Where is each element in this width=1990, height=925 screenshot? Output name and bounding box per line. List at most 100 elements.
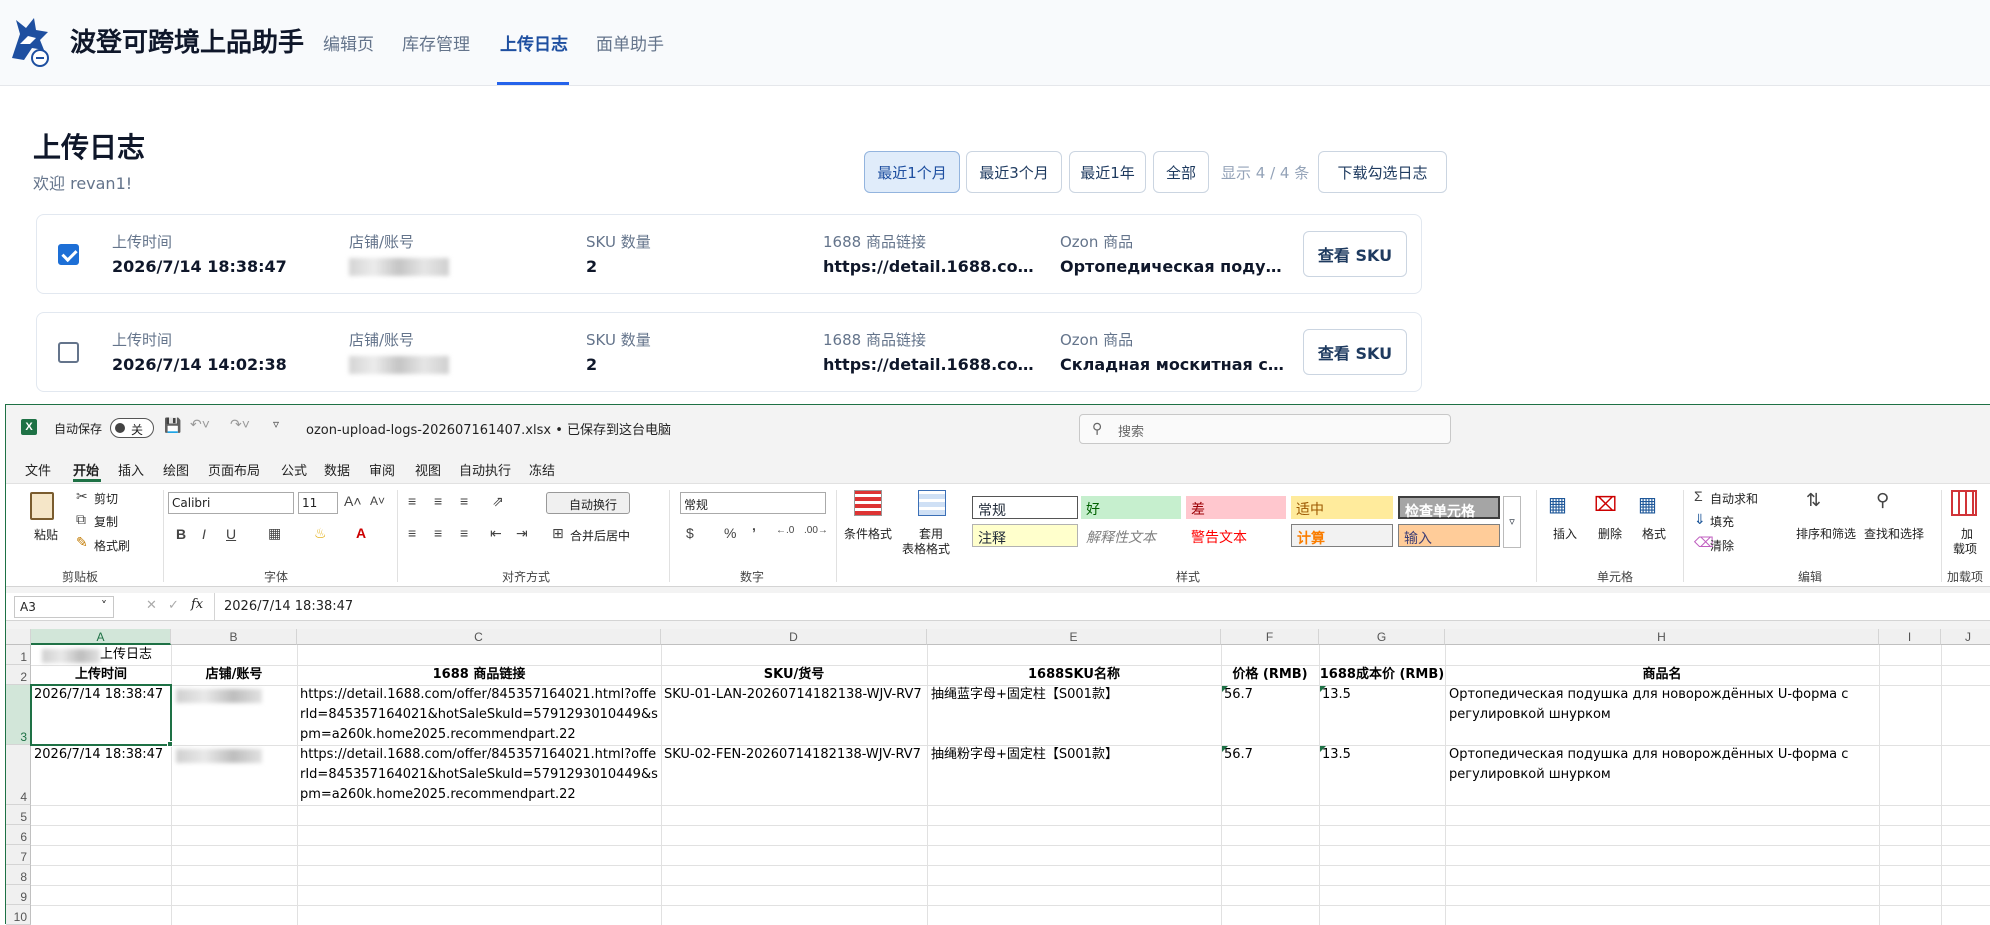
cell-cost[interactable]: 13.5: [1322, 745, 1442, 765]
redo-icon[interactable]: ↷˅: [230, 416, 250, 433]
product-link[interactable]: https://detail.1688.com/off...: [823, 257, 1043, 276]
insert-cells-button[interactable]: 插入: [1553, 525, 1577, 542]
addins-label-2[interactable]: 载项: [1953, 540, 1977, 557]
style-explanatory[interactable]: 解释性文本: [1081, 524, 1181, 547]
format-painter-icon[interactable]: ✎: [76, 534, 88, 551]
cell-product[interactable]: Ортопедическая подушка для новорождённых…: [1449, 745, 1877, 805]
align-top-icon[interactable]: ≡: [408, 493, 416, 509]
underline-icon[interactable]: U: [226, 526, 236, 542]
filter-all[interactable]: 全部: [1153, 151, 1209, 193]
autosum-icon[interactable]: Σ: [1694, 488, 1703, 504]
font-color-icon[interactable]: A: [356, 525, 366, 541]
header-cell[interactable]: 1688 商品链接: [297, 665, 661, 685]
row-header-3[interactable]: 3: [6, 685, 31, 745]
style-note[interactable]: 注释: [972, 524, 1078, 547]
card-checkbox[interactable]: [58, 244, 79, 265]
cell-product[interactable]: Ортопедическая подушка для новорождённых…: [1449, 685, 1877, 745]
find-select-button[interactable]: 查找和选择: [1864, 525, 1924, 542]
style-good[interactable]: 好: [1081, 496, 1181, 519]
style-warning[interactable]: 警告文本: [1186, 524, 1286, 547]
header-cell[interactable]: 1688SKU名称: [927, 665, 1221, 685]
cancel-icon[interactable]: ✕: [146, 598, 157, 613]
column-header-g[interactable]: G: [1319, 629, 1445, 645]
table-format-icon[interactable]: [918, 490, 946, 516]
card-checkbox[interactable]: [58, 342, 79, 363]
percent-icon[interactable]: %: [724, 525, 736, 541]
paste-icon[interactable]: [30, 492, 54, 520]
styles-more-icon[interactable]: ▿: [1503, 496, 1521, 548]
cell-sku[interactable]: SKU-01-LAN-20260714182138-WJV-RV7: [664, 685, 926, 705]
undo-icon[interactable]: ↶˅: [190, 416, 210, 433]
product-link[interactable]: https://detail.1688.com/off...: [823, 355, 1043, 374]
paste-button[interactable]: 粘贴: [34, 526, 58, 543]
file-name[interactable]: ozon-upload-logs-202607161407.xlsx • 已保存…: [306, 419, 671, 438]
fill-color-icon[interactable]: ♨: [314, 525, 327, 542]
conditional-format-button[interactable]: 条件格式: [844, 525, 892, 542]
style-neutral[interactable]: 适中: [1291, 496, 1393, 519]
align-center-icon[interactable]: ≡: [434, 525, 442, 541]
insert-cells-icon[interactable]: ▦: [1548, 492, 1567, 517]
copy-icon[interactable]: ⧉: [76, 511, 86, 528]
row-header-7[interactable]: 7: [6, 845, 31, 865]
menu-formulas[interactable]: 公式: [281, 460, 307, 479]
fill-handle[interactable]: [167, 741, 173, 747]
delete-cells-icon[interactable]: ⌧: [1594, 492, 1617, 517]
menu-insert[interactable]: 插入: [118, 460, 144, 479]
row-header-8[interactable]: 8: [6, 865, 31, 885]
decrease-font-icon[interactable]: A˅: [370, 494, 385, 508]
nav-edit[interactable]: 编辑页: [323, 30, 374, 55]
column-header-c[interactable]: C: [297, 629, 661, 645]
cell-price[interactable]: 56.7: [1224, 745, 1318, 765]
number-format-select[interactable]: 常规: [680, 492, 826, 514]
font-size-select[interactable]: 11: [298, 492, 338, 514]
fill-button[interactable]: 填充: [1710, 513, 1734, 530]
name-box[interactable]: A3 ˅: [14, 596, 114, 618]
menu-view[interactable]: 视图: [415, 460, 441, 479]
row-header-1[interactable]: 1: [6, 645, 31, 665]
find-select-icon[interactable]: ⚲: [1876, 490, 1889, 511]
cell-sku[interactable]: SKU-02-FEN-20260714182138-WJV-RV7: [664, 745, 926, 765]
menu-file[interactable]: 文件: [25, 460, 51, 479]
column-header-e[interactable]: E: [927, 629, 1221, 645]
filter-1-year[interactable]: 最近1年: [1069, 151, 1146, 193]
align-right-icon[interactable]: ≡: [460, 525, 468, 541]
view-sku-button[interactable]: 查看 SKU: [1303, 329, 1407, 375]
style-input[interactable]: 输入: [1398, 524, 1500, 547]
style-bad[interactable]: 差: [1186, 496, 1286, 519]
filter-1-month[interactable]: 最近1个月: [864, 151, 960, 193]
column-header-a[interactable]: A: [31, 629, 171, 645]
row-header-6[interactable]: 6: [6, 825, 31, 845]
copy-button[interactable]: 复制: [94, 513, 118, 530]
download-selected-button[interactable]: 下载勾选日志: [1318, 151, 1447, 193]
insert-function-icon[interactable]: fx: [191, 597, 203, 612]
align-middle-icon[interactable]: ≡: [434, 493, 442, 509]
menu-home[interactable]: 开始: [73, 460, 99, 479]
cell-link[interactable]: https://detail.1688.com/offer/8453571640…: [300, 745, 659, 805]
cell-sku-name[interactable]: 抽绳粉字母+固定柱【S001款】: [931, 745, 1219, 765]
menu-automate[interactable]: 自动执行: [459, 460, 511, 479]
cut-icon[interactable]: ✂: [76, 488, 88, 505]
column-header-j[interactable]: J: [1941, 629, 1990, 645]
align-left-icon[interactable]: ≡: [408, 525, 416, 541]
column-header-h[interactable]: H: [1445, 629, 1879, 645]
column-header-i[interactable]: I: [1879, 629, 1941, 645]
merge-center-button[interactable]: 合并后居中: [570, 527, 630, 544]
style-check-cell[interactable]: 检查单元格: [1398, 496, 1500, 520]
select-all-corner[interactable]: [6, 629, 31, 645]
save-icon[interactable]: 💾: [164, 417, 181, 434]
header-cell[interactable]: SKU/货号: [661, 665, 927, 685]
currency-icon[interactable]: $: [686, 525, 694, 541]
header-cell[interactable]: 商品名: [1445, 665, 1879, 685]
menu-review[interactable]: 审阅: [369, 460, 395, 479]
autosave-toggle[interactable]: 关: [110, 418, 154, 438]
nav-inventory[interactable]: 库存管理: [402, 30, 470, 55]
increase-indent-icon[interactable]: ⇥: [516, 525, 528, 542]
menu-page-layout[interactable]: 页面布局: [208, 460, 260, 479]
increase-font-icon[interactable]: A˄: [344, 493, 362, 509]
decrease-indent-icon[interactable]: ⇤: [490, 525, 502, 542]
increase-decimal-icon[interactable]: ←.0: [776, 525, 794, 536]
clear-button[interactable]: 清除: [1710, 537, 1734, 554]
enter-icon[interactable]: ✓: [168, 598, 179, 613]
wrap-text-button[interactable]: 自动换行: [546, 492, 630, 514]
row-header-2[interactable]: 2: [6, 665, 31, 685]
